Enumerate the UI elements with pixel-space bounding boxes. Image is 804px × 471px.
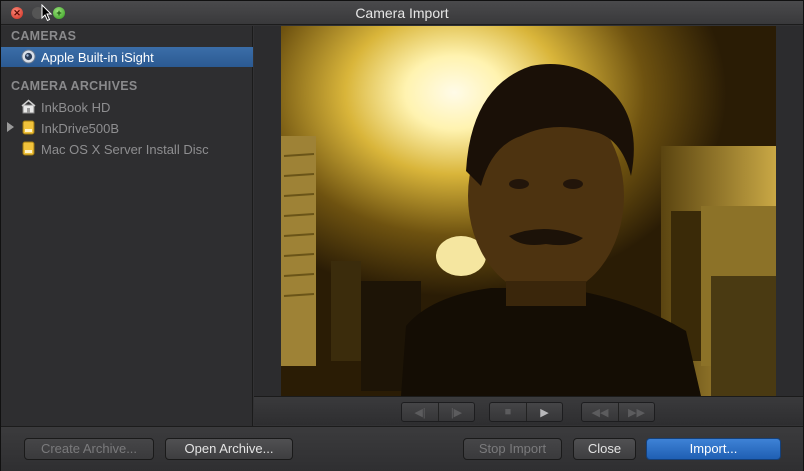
external-drive-icon <box>22 120 35 135</box>
fast-forward-button[interactable]: ▶▶ <box>618 403 654 421</box>
footer-bar: Create Archive... Open Archive... Stop I… <box>1 426 803 471</box>
title-bar: ✕ + Camera Import <box>1 1 803 25</box>
source-sidebar: CAMERAS Apple Built-in iSight CAMERA ARC… <box>1 26 253 426</box>
step-back-button[interactable]: ◀| <box>402 403 438 421</box>
play-controls-group: ■ ▶ <box>489 402 563 422</box>
sidebar-item-label: InkBook HD <box>41 100 111 115</box>
play-button[interactable]: ▶ <box>526 403 562 421</box>
sidebar-item-archive[interactable]: InkBook HD <box>1 97 253 117</box>
sidebar-item-label: Mac OS X Server Install Disc <box>41 142 209 157</box>
stop-import-button[interactable]: Stop Import <box>463 438 562 460</box>
home-drive-icon <box>21 99 36 114</box>
disc-icon <box>22 141 35 156</box>
frame-step-group: ◀| |▶ <box>401 402 475 422</box>
seek-group: ◀◀ ▶▶ <box>581 402 655 422</box>
close-button[interactable]: Close <box>573 438 636 460</box>
transport-bar: ◀| |▶ ■ ▶ ◀◀ ▶▶ <box>254 396 803 425</box>
sidebar-item-camera[interactable]: Apple Built-in iSight <box>1 47 253 67</box>
webcam-frame-image <box>281 26 776 396</box>
open-archive-button[interactable]: Open Archive... <box>165 438 293 460</box>
window-title: Camera Import <box>355 5 449 21</box>
camera-import-window: ✕ + Camera Import CAMERAS Apple Built-in… <box>0 0 804 471</box>
sidebar-item-archive[interactable]: Mac OS X Server Install Disc <box>1 139 253 159</box>
preview-area <box>254 26 803 396</box>
import-button[interactable]: Import... <box>646 438 781 460</box>
camera-live-preview <box>281 26 776 396</box>
sidebar-item-archive[interactable]: InkDrive500B <box>1 118 253 138</box>
sidebar-item-label: InkDrive500B <box>41 121 120 136</box>
sidebar-item-label: Apple Built-in iSight <box>41 50 154 65</box>
step-forward-button[interactable]: |▶ <box>438 403 474 421</box>
webcam-icon <box>21 49 36 64</box>
stop-button[interactable]: ■ <box>490 403 526 421</box>
camera-archives-heading: CAMERA ARCHIVES <box>11 79 138 93</box>
create-archive-button[interactable]: Create Archive... <box>24 438 154 460</box>
disclosure-triangle-icon[interactable] <box>7 122 14 132</box>
rewind-button[interactable]: ◀◀ <box>582 403 618 421</box>
cameras-heading: CAMERAS <box>11 29 77 43</box>
